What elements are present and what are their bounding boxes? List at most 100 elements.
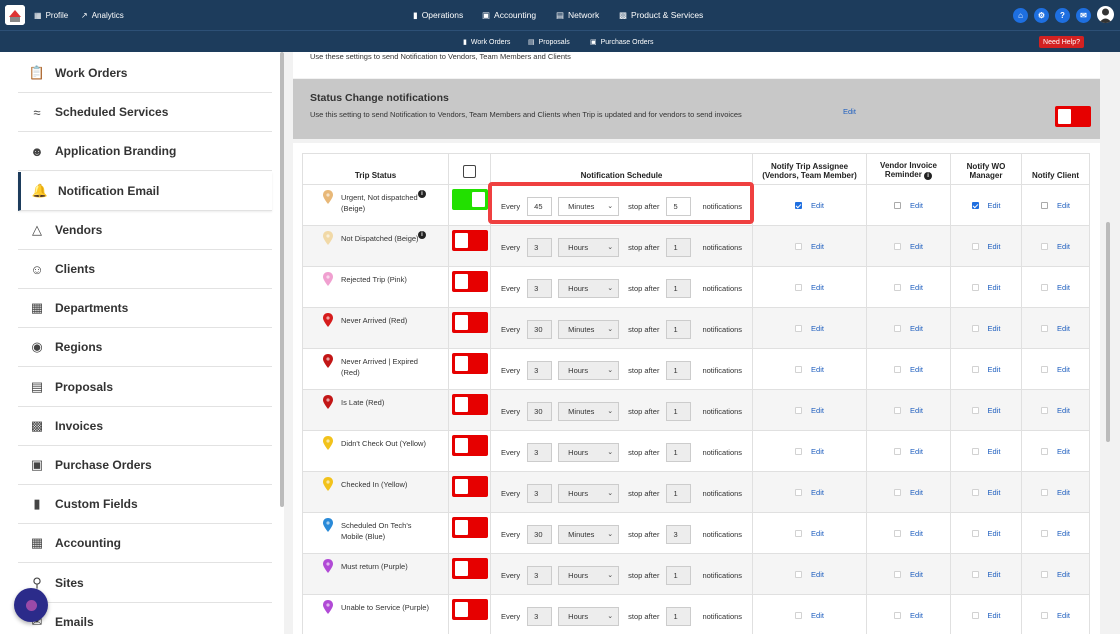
unit-select[interactable]: Hours ⌄ [558,484,620,503]
nav-accounting[interactable]: ▣ Accounting [482,0,536,30]
notify-assignee-checkbox[interactable] [795,324,803,332]
stop-after-input[interactable]: 1 [666,607,692,626]
edit-link[interactable]: Edit [988,611,1001,620]
status-toggle[interactable] [452,271,488,292]
edit-link[interactable]: Edit [811,529,824,538]
notify-assignee-checkbox[interactable] [795,447,803,455]
chat-launcher-button[interactable] [14,588,48,622]
edit-link[interactable]: Edit [910,488,923,497]
notify-client-checkbox[interactable] [1041,324,1049,332]
unit-select[interactable]: Minutes ⌄ [558,525,620,544]
stop-after-input[interactable]: 1 [666,361,692,380]
status-toggle[interactable] [452,230,488,251]
unit-select[interactable]: Hours ⌄ [558,607,620,626]
sidebar-item[interactable]: ▦ Departments [18,289,272,329]
status-toggle[interactable] [452,558,488,579]
status-toggle[interactable] [452,353,488,374]
vendor-reminder-checkbox[interactable] [894,529,902,537]
stop-after-input[interactable]: 1 [666,279,692,298]
notify-wo-manager-checkbox[interactable] [971,570,979,578]
edit-link[interactable]: Edit [988,447,1001,456]
edit-link[interactable]: Edit [1057,242,1070,251]
sidebar-item[interactable]: 🔔 Notification Email [18,171,272,211]
edit-link[interactable]: Edit [988,365,1001,374]
stop-after-input[interactable]: 1 [666,443,692,462]
stop-after-input[interactable]: 1 [666,238,692,257]
notify-wo-manager-checkbox[interactable] [971,406,979,414]
edit-link[interactable]: Edit [910,324,923,333]
sidebar-item[interactable]: 📋 Work Orders [18,54,272,93]
edit-link[interactable]: Edit [811,447,824,456]
stop-after-input[interactable]: 1 [666,320,692,339]
vendor-reminder-checkbox[interactable] [894,611,902,619]
notify-wo-manager-checkbox[interactable] [971,201,979,209]
sidebar-item[interactable]: ✉ Emails [18,603,272,634]
subnav-purchase-orders[interactable]: ▣ Purchase Orders [590,31,654,53]
edit-link[interactable]: Edit [988,488,1001,497]
edit-link[interactable]: Edit [988,242,1001,251]
edit-link[interactable]: Edit [910,283,923,292]
sidebar-item[interactable]: △ Vendors [18,211,272,250]
nav-profile[interactable]: ▦ Profile [34,0,68,30]
vendor-reminder-checkbox[interactable] [894,324,902,332]
notify-wo-manager-checkbox[interactable] [971,529,979,537]
edit-link[interactable]: Edit [910,201,923,210]
unit-select[interactable]: Hours ⌄ [558,443,620,462]
nav-network[interactable]: ▤ Network [556,0,599,30]
notify-client-checkbox[interactable] [1041,242,1049,250]
edit-link[interactable]: Edit [1057,488,1070,497]
chat-icon[interactable]: ✉ [1076,8,1091,23]
sidebar-item[interactable]: ≈ Scheduled Services [18,93,272,133]
app-logo[interactable] [5,5,25,25]
vendor-reminder-checkbox[interactable] [894,242,902,250]
status-toggle[interactable] [452,517,488,538]
notify-wo-manager-checkbox[interactable] [971,283,979,291]
info-icon[interactable]: i [924,172,933,180]
vendor-reminder-checkbox[interactable] [894,365,902,373]
stop-after-input[interactable]: 1 [666,566,692,585]
edit-link[interactable]: Edit [1057,365,1070,374]
status-toggle[interactable] [452,312,488,333]
unit-select[interactable]: Hours ⌄ [558,361,620,380]
unit-select[interactable]: Minutes ⌄ [558,320,620,339]
sidebar-item[interactable]: ▤ Proposals [18,368,272,407]
notify-client-checkbox[interactable] [1041,570,1049,578]
interval-input[interactable]: 3 [527,443,553,462]
edit-link[interactable]: Edit [910,529,923,538]
gear-icon[interactable]: ⚙ [1034,8,1049,23]
notify-assignee-checkbox[interactable] [795,406,803,414]
edit-link[interactable]: Edit [811,488,824,497]
notify-client-checkbox[interactable] [1041,406,1049,414]
notify-assignee-checkbox[interactable] [795,201,803,209]
edit-link[interactable]: Edit [811,365,824,374]
notify-wo-manager-checkbox[interactable] [971,488,979,496]
vendor-reminder-checkbox[interactable] [894,488,902,496]
interval-input[interactable]: 3 [527,484,553,503]
edit-link[interactable]: Edit [910,406,923,415]
select-all-checkbox[interactable] [463,165,476,178]
edit-link[interactable]: Edit [811,201,824,210]
notify-wo-manager-checkbox[interactable] [971,447,979,455]
edit-link[interactable]: Edit [910,570,923,579]
interval-input[interactable]: 3 [527,607,553,626]
unit-select[interactable]: Hours ⌄ [558,238,620,257]
notify-wo-manager-checkbox[interactable] [971,611,979,619]
vendor-reminder-checkbox[interactable] [894,283,902,291]
edit-link[interactable]: Edit [811,406,824,415]
notify-assignee-checkbox[interactable] [795,283,803,291]
sidebar-item[interactable]: ▦ Accounting [18,524,272,564]
edit-link[interactable]: Edit [1057,324,1070,333]
edit-link[interactable]: Edit [1057,201,1070,210]
sidebar-item[interactable]: ▮ Custom Fields [18,485,272,525]
notify-assignee-checkbox[interactable] [795,365,803,373]
vendor-reminder-checkbox[interactable] [894,570,902,578]
notify-client-checkbox[interactable] [1041,283,1049,291]
notify-client-checkbox[interactable] [1041,488,1049,496]
interval-input[interactable]: 3 [527,566,553,585]
unit-select[interactable]: Minutes ⌄ [558,402,620,421]
status-toggle[interactable] [452,476,488,497]
sidebar-item[interactable]: ⚲ Sites [18,564,272,603]
interval-input[interactable]: 30 [527,320,553,339]
stop-after-input[interactable]: 1 [666,484,692,503]
page-scrollbar[interactable] [1106,222,1110,442]
